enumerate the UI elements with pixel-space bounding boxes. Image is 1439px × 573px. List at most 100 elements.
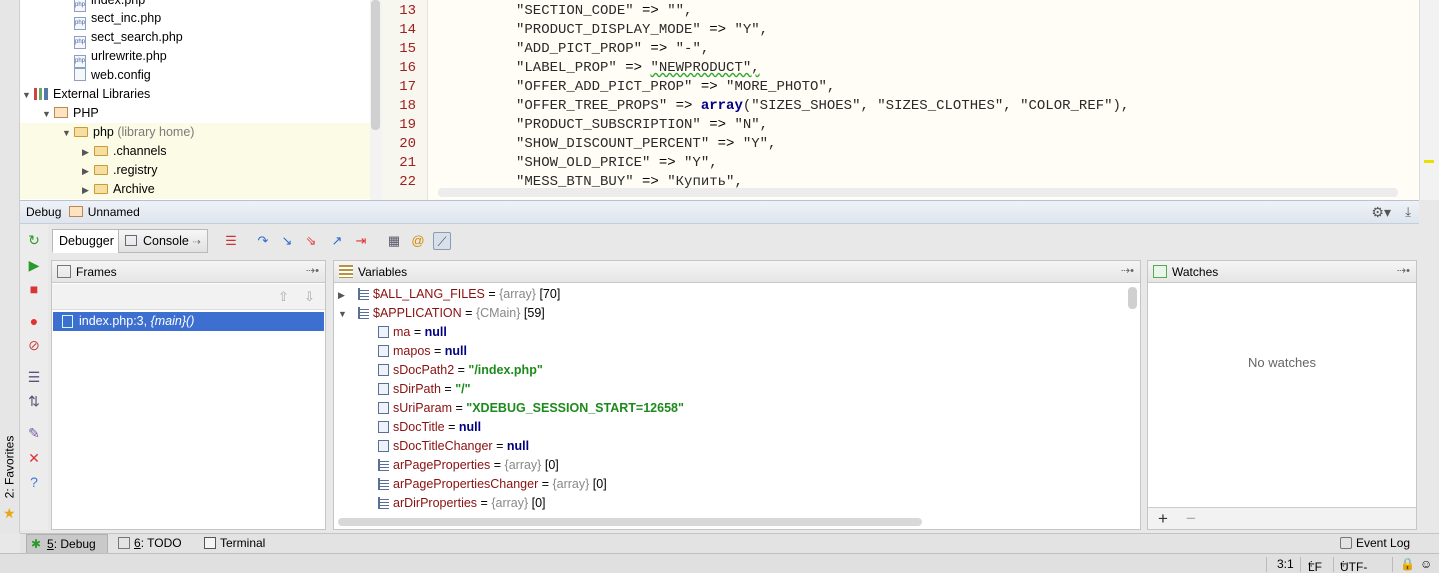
tree-item[interactable]: ▼ External Libraries — [20, 85, 370, 104]
frame-up-icon[interactable]: ⇧ — [278, 289, 289, 305]
step-into-icon[interactable]: ↘ — [278, 232, 296, 250]
expand-arrow-icon[interactable]: ▶ — [82, 181, 94, 200]
variable-row[interactable]: sDirPath = "/" — [378, 380, 471, 399]
code-line[interactable]: "SECTION_CODE" => "", — [516, 3, 692, 19]
variable-count: [70] — [535, 287, 561, 301]
restore-layout-icon[interactable]: ☰ — [26, 369, 42, 385]
config-file-icon — [74, 68, 86, 81]
code-line[interactable]: "SHOW_OLD_PRICE" => "Y", — [516, 155, 718, 171]
code-line[interactable]: "LABEL_PROP" => "NEWPRODUCT", — [516, 60, 760, 76]
show-execution-point-icon[interactable]: ☰ — [222, 232, 240, 250]
expand-arrow-icon[interactable]: ▼ — [42, 105, 54, 124]
tab-console[interactable]: Console ⇢ — [118, 229, 208, 253]
variables-horizontal-scrollbar[interactable] — [338, 518, 922, 526]
hide-panel-icon[interactable]: ⇢• — [306, 264, 319, 277]
code-line[interactable]: "OFFER_TREE_PROPS" => array("SIZES_SHOES… — [516, 98, 1129, 114]
favorites-tab[interactable]: 2: Favorites — [2, 436, 16, 499]
sort-icon[interactable]: ⇅ — [26, 393, 42, 409]
evaluate-expression-icon[interactable]: ▦ — [385, 232, 403, 250]
variable-equals: = — [440, 382, 456, 396]
pin-tab-icon[interactable]: ⇢ — [192, 237, 200, 248]
hide-panel-icon[interactable]: ⇢• — [1121, 264, 1134, 277]
tool-debug-button[interactable]: ✱ 5: Debug — [26, 534, 108, 554]
variable-row[interactable]: arDirProperties = {array} [0] — [378, 494, 546, 513]
variable-equals: = — [461, 306, 476, 320]
code-line[interactable]: "PRODUCT_DISPLAY_MODE" => "Y", — [516, 22, 768, 38]
resume-icon[interactable]: ▶ — [26, 257, 42, 273]
lock-icon[interactable]: 🔒 — [1400, 557, 1415, 571]
event-log-button[interactable]: Event Log — [1336, 534, 1426, 554]
variable-row[interactable]: sDocTitleChanger = null — [378, 437, 529, 456]
code-editor[interactable]: 13 14 15 16 17 18 19 20 21 22 "SECTION_CODE" => "… — [382, 0, 1419, 200]
run-to-cursor-icon[interactable]: ⇥ — [352, 232, 370, 250]
caret-position[interactable]: 3:1 — [1277, 557, 1294, 571]
step-out-icon[interactable]: ↗ — [328, 232, 346, 250]
tool-todo-button[interactable]: 6: TODO — [114, 534, 184, 554]
array-icon — [378, 478, 389, 490]
hide-icon[interactable]: ⤓ — [1405, 204, 1411, 220]
tool-terminal-button[interactable]: Terminal — [200, 534, 280, 554]
expand-arrow-icon[interactable]: ▶ — [338, 286, 358, 305]
tree-item[interactable]: ▶ .registry — [20, 161, 370, 180]
step-over-icon[interactable]: ↷ — [254, 232, 272, 250]
code-value: "-", — [675, 41, 710, 57]
file-encoding[interactable]: UTF-8 ÷ — [1340, 557, 1367, 573]
rerun-icon[interactable]: ↻ — [26, 232, 42, 248]
frame-row[interactable]: index.php:3, {main}() — [53, 312, 324, 331]
tree-item[interactable]: ▼ php (library home) — [20, 123, 370, 142]
tree-scrollbar[interactable] — [370, 0, 382, 200]
line-separator[interactable]: LF ÷ — [1308, 557, 1322, 573]
variable-row[interactable]: ▼ $APPLICATION = {CMain} [59] — [338, 304, 545, 323]
variable-row[interactable]: arPagePropertiesChanger = {array} [0] — [378, 475, 607, 494]
help-icon[interactable]: ? — [26, 474, 42, 490]
mute-breakpoints-icon[interactable]: ⊘ — [26, 337, 42, 353]
force-step-into-icon[interactable]: ⇘ — [302, 232, 320, 250]
expand-arrow-icon[interactable]: ▼ — [338, 305, 358, 324]
expand-arrow-icon[interactable]: ▶ — [82, 162, 94, 181]
editor-error-stripe[interactable] — [1419, 0, 1439, 200]
variable-row[interactable]: sUriParam = "XDEBUG_SESSION_START=12658" — [378, 399, 684, 418]
variables-vertical-scrollbar[interactable] — [1128, 287, 1137, 309]
code-line[interactable]: "MESS_BTN_BUY" => "Купить", — [516, 174, 743, 190]
show-values-inline-icon[interactable]: ⟋ — [433, 232, 451, 250]
expand-arrow-icon[interactable]: ▶ — [82, 143, 94, 162]
variable-row[interactable]: arPageProperties = {array} [0] — [378, 456, 559, 475]
tree-item[interactable]: ▶ Archive — [20, 180, 370, 199]
tree-item[interactable]: php sect_search.php — [20, 28, 370, 49]
expand-arrow-icon[interactable]: ▼ — [22, 86, 34, 105]
tree-item[interactable]: php sect_inc.php — [20, 9, 370, 30]
code-key: "MESS_BTN_BUY" — [516, 174, 634, 190]
watch-icon[interactable]: @ — [409, 232, 427, 250]
code-line[interactable]: "SHOW_DISCOUNT_PERCENT" => "Y", — [516, 136, 776, 152]
close-icon[interactable]: ✕ — [26, 450, 42, 466]
remove-watch-button[interactable]: − — [1186, 509, 1196, 529]
stop-icon[interactable]: ■ — [26, 281, 42, 297]
tree-item-label: php — [93, 125, 114, 139]
gear-icon[interactable]: ⚙▾ — [1371, 204, 1391, 221]
warning-marker[interactable] — [1424, 160, 1434, 163]
tree-item[interactable]: ▶ .channels — [20, 142, 370, 161]
tree-item[interactable]: web.config — [20, 66, 370, 85]
variable-row[interactable]: ma = null — [378, 323, 447, 342]
variable-row[interactable]: mapos = null — [378, 342, 467, 361]
code-operator: => — [633, 174, 668, 190]
expand-arrow-icon[interactable]: ▼ — [62, 124, 74, 143]
tree-item[interactable]: ▼ PHP — [20, 104, 370, 123]
add-watch-button[interactable]: + — [1158, 509, 1168, 529]
variable-row[interactable]: sDocTitle = null — [378, 418, 481, 437]
frame-down-icon[interactable]: ⇩ — [304, 289, 315, 305]
code-line[interactable]: "PRODUCT_SUBSCRIPTION" => "N", — [516, 117, 768, 133]
tab-debugger[interactable]: Debugger — [52, 229, 121, 253]
variable-row[interactable]: ▶ $ALL_LANG_FILES = {array} [70] — [338, 285, 560, 304]
tree-item[interactable]: php urlrewrite.php — [20, 47, 370, 68]
pin-icon[interactable]: ✎ — [26, 425, 42, 441]
code-operator: => — [633, 3, 668, 19]
variable-row[interactable]: sDocPath2 = "/index.php" — [378, 361, 543, 380]
code-line[interactable]: "OFFER_ADD_PICT_PROP" => "MORE_PHOTO", — [516, 79, 835, 95]
view-breakpoints-icon[interactable]: ● — [26, 313, 42, 329]
hector-icon[interactable]: ☺ — [1420, 557, 1432, 571]
code-operator: => — [667, 98, 701, 114]
hide-panel-icon[interactable]: ⇢• — [1397, 264, 1410, 277]
tree-item-label: sect_search.php — [91, 30, 183, 44]
code-line[interactable]: "ADD_PICT_PROP" => "-", — [516, 41, 709, 57]
